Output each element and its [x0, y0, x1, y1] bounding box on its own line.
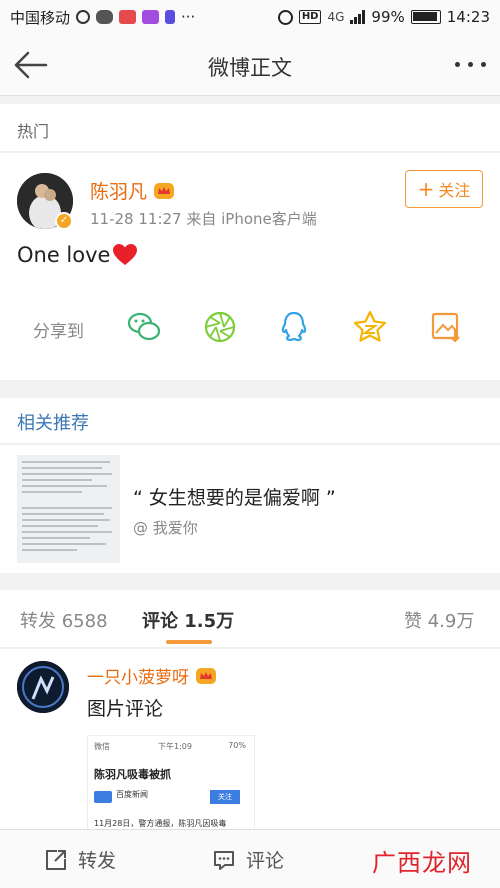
comment-button[interactable]: 评论	[212, 846, 284, 873]
vip-crown-icon	[154, 182, 175, 199]
verified-badge-icon: ✓	[55, 212, 73, 230]
weibo-post: ✓ 陈羽凡 11-28 11:27 来自 iPhone客户端 + 关注 One …	[0, 153, 500, 380]
follow-label: 关注	[438, 181, 471, 200]
comment-image-follow: 关注	[210, 790, 240, 804]
heart-icon	[113, 244, 138, 265]
comment-image-status-right: 70%	[228, 741, 246, 750]
tab-likes[interactable]: 赞 4.9万	[404, 607, 474, 633]
player-app-icon	[165, 10, 176, 24]
tab-repost[interactable]: 转发 6588	[20, 607, 108, 633]
interaction-tabs: 转发 6588 评论 1.5万 赞 4.9万	[0, 590, 500, 648]
stocks-app-icon	[119, 10, 137, 24]
hot-section-label: 热门	[0, 104, 500, 152]
comment-image-status-left: 微信	[94, 742, 110, 751]
comment-image-body: 11月28日，警方通报，陈羽凡因吸毒	[94, 819, 227, 828]
wechat-icon[interactable]	[126, 309, 162, 345]
moments-icon[interactable]	[202, 309, 238, 345]
wechat-status-icon	[96, 10, 114, 24]
video-app-icon	[142, 10, 160, 24]
alarm-icon	[277, 9, 293, 25]
comment-item: 一只小菠萝呀 图片评论 微信 下午1:09 70% 陈羽凡吸毒被抓 百度新闻 关…	[0, 649, 500, 829]
comment-image-headline: 陈羽凡吸毒被抓	[94, 768, 171, 781]
battery-percent: 99%	[371, 8, 405, 26]
tab-comments[interactable]: 评论 1.5万	[142, 607, 234, 633]
comment-text: 图片评论	[87, 698, 164, 720]
commenter-avatar[interactable]	[17, 661, 69, 713]
commenter-name-text[interactable]: 一只小菠萝呀	[87, 663, 189, 688]
related-title[interactable]: “ 女生想要的是偏爱啊 ”	[133, 483, 336, 510]
related-subtitle: @ 我爱你	[133, 519, 198, 537]
post-text: One love	[17, 243, 111, 267]
comment-image-source: 百度新闻	[116, 790, 148, 799]
comment-image-status-time: 下午1:09	[158, 742, 192, 751]
more-notifications-icon: ···	[181, 8, 196, 26]
status-bar: 中国移动 ··· HD 4G 99% 14:23	[0, 0, 500, 34]
active-tab-indicator	[166, 640, 212, 644]
related-recommendation-card[interactable]: “ 女生想要的是偏爱啊 ” @ 我爱你	[0, 445, 500, 573]
commenter-name[interactable]: 一只小菠萝呀	[87, 663, 217, 688]
repost-button[interactable]: 转发	[44, 846, 116, 873]
share-row: 分享到	[0, 305, 500, 355]
related-thumbnail	[17, 455, 120, 563]
author-name-text[interactable]: 陈羽凡	[90, 177, 147, 204]
share-label: 分享到	[33, 322, 84, 342]
qzone-icon[interactable]	[352, 309, 388, 345]
more-options-icon[interactable]	[455, 62, 486, 67]
hd-icon: HD	[298, 10, 322, 24]
repost-icon	[46, 849, 66, 870]
bottom-action-bar: 转发 评论 广西龙网	[0, 829, 500, 888]
save-image-icon[interactable]	[428, 309, 464, 345]
chat-app-icon	[76, 10, 91, 24]
comment-label: 评论	[246, 850, 285, 872]
baidu-news-logo-icon	[94, 791, 112, 803]
post-content: One love	[17, 243, 138, 267]
site-watermark: 广西龙网	[372, 849, 472, 877]
network-type-label: 4G	[327, 10, 345, 24]
author-name[interactable]: 陈羽凡	[90, 177, 175, 204]
vip-crown-icon	[196, 667, 216, 684]
comment-icon	[214, 850, 234, 870]
battery-icon	[410, 10, 441, 24]
carrier-label: 中国移动	[10, 8, 71, 27]
comment-image[interactable]: 微信 下午1:09 70% 陈羽凡吸毒被抓 百度新闻 关注 11月28日，警方通…	[87, 735, 255, 829]
related-section-label: 相关推荐	[0, 398, 500, 444]
post-meta: 11-28 11:27 来自 iPhone客户端	[90, 210, 317, 228]
plus-icon: +	[417, 177, 435, 201]
qq-icon[interactable]	[276, 309, 312, 345]
app-header: 微博正文	[0, 34, 500, 96]
follow-button[interactable]: + 关注	[405, 170, 483, 208]
clock: 14:23	[446, 8, 490, 26]
repost-label: 转发	[78, 850, 117, 872]
page-title: 微博正文	[208, 56, 292, 80]
signal-icon	[350, 10, 366, 24]
